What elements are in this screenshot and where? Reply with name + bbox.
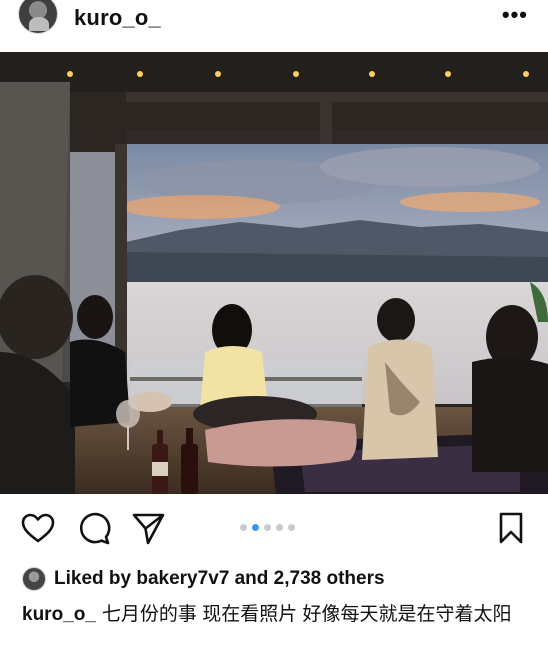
action-bar	[0, 508, 548, 548]
bookmark-icon[interactable]	[493, 510, 529, 546]
carousel-dot	[240, 524, 247, 531]
carousel-dot	[264, 524, 271, 531]
heart-icon[interactable]	[20, 510, 56, 546]
post-photo-image	[0, 52, 548, 494]
likes-count[interactable]: 2,738 others	[274, 568, 385, 589]
caption-username[interactable]: kuro_o_	[22, 604, 96, 625]
liker-avatar	[22, 567, 46, 591]
comment-bubble-icon[interactable]	[76, 510, 112, 546]
likes-prefix: Liked by	[54, 568, 137, 589]
liker-username[interactable]: bakery7v7	[136, 568, 229, 589]
likes-middle: and	[229, 568, 274, 589]
post-photo[interactable]	[0, 52, 548, 494]
likes-row[interactable]: Liked by bakery7v7 and 2,738 others	[22, 565, 385, 593]
caption-text: 七月份的事 现在看照片 好像每天就是在守着太阳	[101, 604, 512, 625]
more-dots-icon[interactable]: •••	[502, 2, 528, 28]
paper-plane-icon[interactable]	[130, 510, 166, 546]
carousel-dot	[276, 524, 283, 531]
post-header: kuro_o_ •••	[0, 0, 548, 40]
likes-text: Liked by bakery7v7 and 2,738 others	[54, 568, 385, 590]
carousel-indicator	[240, 524, 295, 531]
carousel-dot-active	[252, 524, 259, 531]
carousel-dot	[288, 524, 295, 531]
user-avatar[interactable]	[18, 0, 58, 34]
post-caption: kuro_o_ 七月份的事 现在看照片 好像每天就是在守着太阳	[22, 602, 532, 628]
post-username[interactable]: kuro_o_	[74, 5, 161, 31]
